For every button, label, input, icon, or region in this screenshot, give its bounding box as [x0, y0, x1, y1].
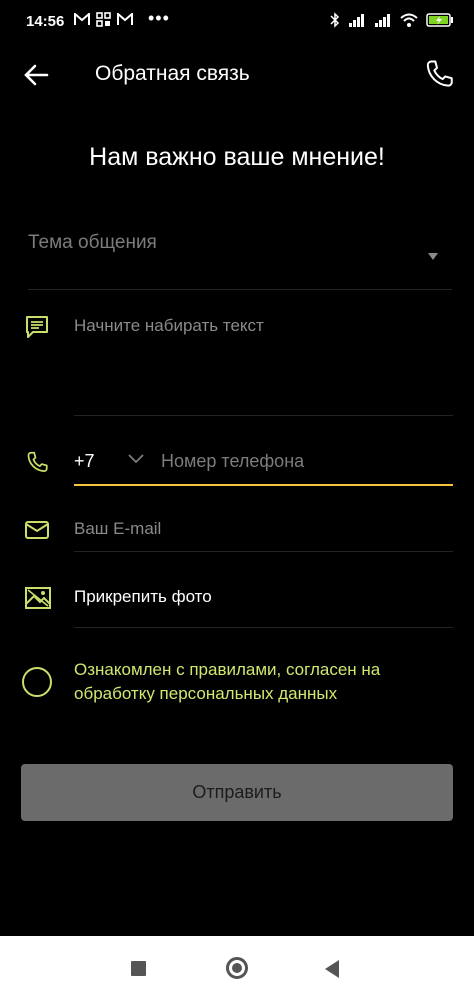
consent-text[interactable]: Ознакомлен с правилами, согласен на обра…: [74, 658, 444, 706]
email-field[interactable]: Ваш E-mail: [74, 508, 453, 552]
more-notifications-dots: •••: [148, 8, 170, 28]
app-bar: Обратная связь: [0, 46, 474, 102]
feedback-screen: 14:56 ••• Обратная связь Нам важно ваше …: [0, 0, 474, 1000]
email-placeholder: Ваш E-mail: [74, 519, 162, 538]
email-row: Ваш E-mail: [0, 508, 474, 552]
bluetooth-icon: [330, 12, 340, 28]
system-icons: [330, 12, 454, 28]
consent-radio[interactable]: [22, 667, 52, 697]
battery-charging-icon: [426, 13, 454, 27]
system-nav-bar: [0, 936, 474, 1000]
topic-dropdown[interactable]: Тема общения: [28, 226, 452, 290]
arrow-left-icon: [24, 64, 49, 86]
back-triangle-icon[interactable]: [325, 960, 339, 978]
grid-icon: [96, 12, 111, 32]
attach-photo-row[interactable]: Прикрепить фото: [0, 576, 474, 628]
attach-photo-button[interactable]: Прикрепить фото: [74, 576, 453, 628]
topic-placeholder: Тема общения: [28, 232, 157, 253]
submit-button[interactable]: Отправить: [21, 764, 453, 821]
page-title: Обратная связь: [95, 62, 250, 85]
message-input[interactable]: Начните набирать текст: [74, 300, 453, 416]
status-time: 14:56: [26, 13, 65, 30]
message-placeholder: Начните набирать текст: [74, 316, 264, 335]
phone-icon: [426, 60, 453, 87]
status-bar: 14:56 •••: [0, 0, 474, 46]
mail-icon: [24, 520, 50, 545]
recents-square-icon[interactable]: [131, 961, 146, 976]
image-icon: [24, 586, 52, 615]
gmail-icon: [117, 11, 133, 31]
consent-row: Ознакомлен с правилами, согласен на обра…: [0, 656, 474, 716]
call-button[interactable]: [422, 58, 456, 92]
phone-field: +7 Номер телефона: [74, 440, 453, 486]
headline: Нам важно ваше мнение!: [89, 143, 385, 171]
back-button[interactable]: [20, 58, 54, 92]
wifi-icon: [400, 13, 418, 27]
signal-icon: [374, 13, 392, 27]
home-circle-icon[interactable]: [226, 957, 248, 979]
dropdown-caret-icon: [428, 253, 438, 260]
notification-icons: [74, 11, 133, 32]
phone-row: +7 Номер телефона: [0, 440, 474, 486]
gmail-icon: [74, 11, 90, 31]
attach-photo-label: Прикрепить фото: [74, 587, 212, 606]
signal-icon: [348, 13, 366, 27]
phone-input[interactable]: Номер телефона: [161, 451, 304, 472]
message-row: Начните набирать текст: [0, 300, 474, 416]
country-code-selector[interactable]: +7: [74, 451, 95, 472]
phone-icon: [24, 450, 50, 481]
chevron-down-icon[interactable]: [126, 452, 146, 471]
message-icon: [24, 314, 50, 345]
